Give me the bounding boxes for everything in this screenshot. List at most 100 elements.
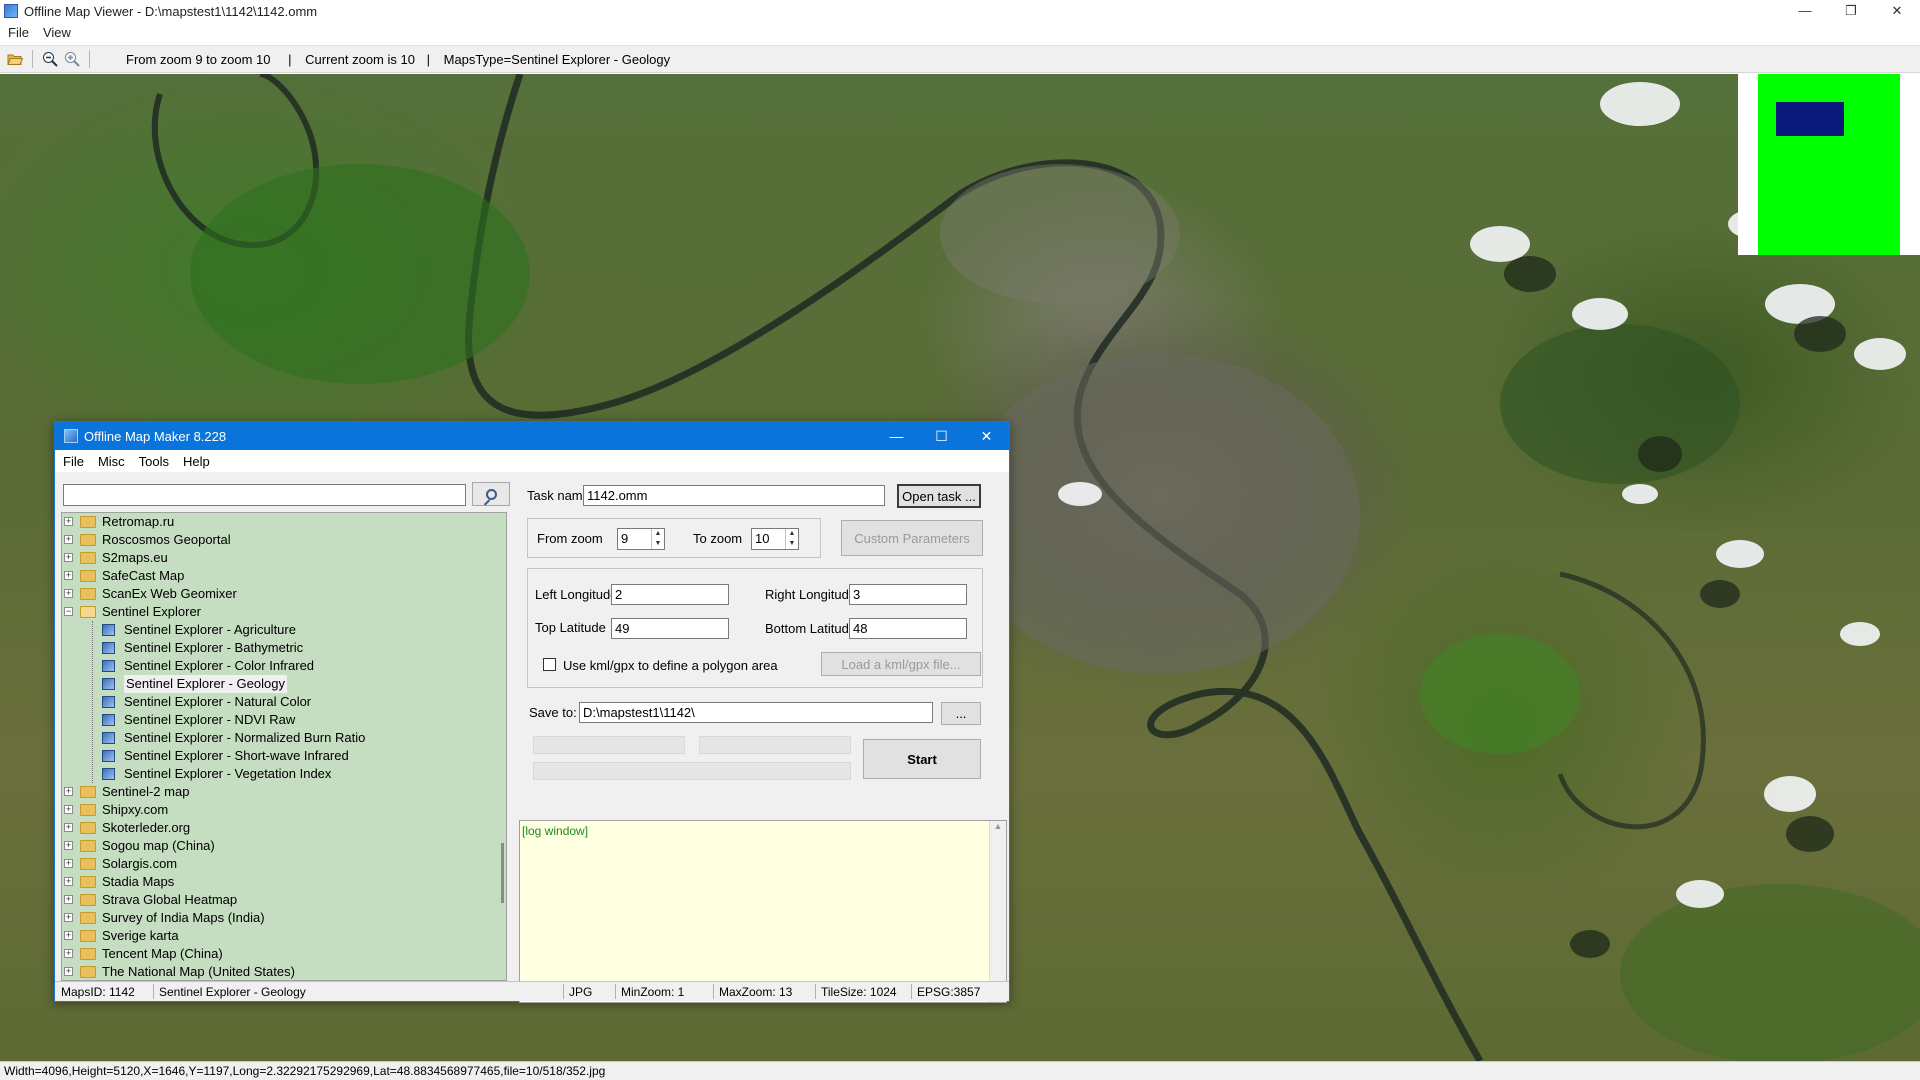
- to-zoom-stepper[interactable]: 10 ▲ ▼: [751, 528, 799, 550]
- expand-icon[interactable]: +: [64, 571, 73, 580]
- spin-arrows-icon[interactable]: ▲ ▼: [785, 529, 798, 549]
- dialog-menu-misc[interactable]: Misc: [98, 454, 125, 469]
- map-source-tree[interactable]: + Retromap.ru + Roscosmos Geoportal + S2maps.…: [61, 512, 507, 981]
- expand-icon[interactable]: +: [64, 841, 73, 850]
- tree-folder-item[interactable]: + Stadia Maps: [62, 873, 506, 891]
- expand-icon[interactable]: +: [64, 805, 73, 814]
- menu-file[interactable]: File: [8, 25, 29, 40]
- tree-folder-item[interactable]: + Retromap.ru: [62, 513, 506, 531]
- tree-child-item[interactable]: Sentinel Explorer - Short-wave Infrared: [62, 747, 506, 765]
- viewer-titlebar: Offline Map Viewer - D:\mapstest1\1142\1…: [0, 0, 1920, 22]
- tree-folder-item[interactable]: + The National Map (United States): [62, 963, 506, 980]
- map-search-input[interactable]: [63, 484, 466, 506]
- minimize-button[interactable]: —: [1782, 0, 1828, 22]
- load-kml-button[interactable]: Load a kml/gpx file...: [821, 652, 981, 676]
- map-layer-icon: [102, 732, 115, 744]
- log-scrollbar[interactable]: ▲▼: [989, 821, 1006, 1002]
- tree-folder-item[interactable]: + Tencent Map (China): [62, 945, 506, 963]
- tree-scrollbar[interactable]: [501, 843, 504, 903]
- right-longitude-input[interactable]: 3: [849, 584, 967, 605]
- to-zoom-label: To zoom: [693, 531, 743, 546]
- tree-folder-item[interactable]: + Roscosmos Geoportal: [62, 531, 506, 549]
- bottom-latitude-input[interactable]: 48: [849, 618, 967, 639]
- search-button[interactable]: [472, 482, 510, 506]
- tree-child-item[interactable]: Sentinel Explorer - Natural Color: [62, 693, 506, 711]
- expand-icon[interactable]: +: [64, 787, 73, 796]
- tree-child-item[interactable]: Sentinel Explorer - Bathymetric: [62, 639, 506, 657]
- tree-child-item[interactable]: Sentinel Explorer - Geology: [62, 675, 506, 693]
- tree-folder-item[interactable]: + Survey of India Maps (India): [62, 909, 506, 927]
- use-kml-checkbox[interactable]: [543, 658, 556, 671]
- close-button[interactable]: ✕: [1874, 0, 1920, 22]
- tree-child-item[interactable]: Sentinel Explorer - Normalized Burn Rati…: [62, 729, 506, 747]
- tree-item-label: Survey of India Maps (India): [102, 910, 265, 925]
- log-window[interactable]: [log window] ▲▼: [519, 820, 1007, 1003]
- dialog-menu-file[interactable]: File: [63, 454, 84, 469]
- status-maps-id: MapsID: 1142: [61, 985, 135, 999]
- tree-item-label: The National Map (United States): [102, 964, 295, 979]
- tree-folder-item[interactable]: + Strava Global Heatmap: [62, 891, 506, 909]
- tree-child-item[interactable]: Sentinel Explorer - Color Infrared: [62, 657, 506, 675]
- tree-folder-item[interactable]: + SafeCast Map: [62, 567, 506, 585]
- dialog-menubar: File Misc Tools Help: [55, 450, 1009, 472]
- expand-icon[interactable]: +: [64, 913, 73, 922]
- expand-icon[interactable]: +: [64, 859, 73, 868]
- expand-icon[interactable]: +: [64, 967, 73, 976]
- spin-arrows-icon[interactable]: ▲ ▼: [651, 529, 664, 549]
- status-min-zoom: MinZoom: 1: [621, 985, 685, 999]
- tree-child-item[interactable]: Sentinel Explorer - Agriculture: [62, 621, 506, 639]
- collapse-icon[interactable]: −: [64, 607, 73, 616]
- viewer-statusbar: Width=4096,Height=5120,X=1646,Y=1197,Lon…: [0, 1061, 1920, 1080]
- save-to-input[interactable]: D:\mapstest1\1142\: [579, 702, 933, 723]
- open-folder-icon[interactable]: [4, 48, 26, 70]
- map-layer-icon: [102, 750, 115, 762]
- expand-icon[interactable]: +: [64, 931, 73, 940]
- menu-view[interactable]: View: [43, 25, 71, 40]
- task-name-input[interactable]: 1142.omm: [583, 485, 885, 506]
- tree-item-label: Retromap.ru: [102, 514, 175, 529]
- dialog-menu-help[interactable]: Help: [183, 454, 210, 469]
- top-latitude-label: Top Latitude: [535, 620, 606, 635]
- folder-icon: [80, 822, 96, 834]
- tree-child-item[interactable]: Sentinel Explorer - NDVI Raw: [62, 711, 506, 729]
- expand-icon[interactable]: +: [64, 877, 73, 886]
- dialog-close-button[interactable]: ✕: [964, 422, 1009, 450]
- custom-parameters-button[interactable]: Custom Parameters: [841, 520, 983, 556]
- dialog-menu-tools[interactable]: Tools: [139, 454, 169, 469]
- zoom-out-icon[interactable]: [39, 48, 61, 70]
- tree-folder-item[interactable]: + S2maps.eu: [62, 549, 506, 567]
- expand-icon[interactable]: +: [64, 553, 73, 562]
- expand-icon[interactable]: +: [64, 949, 73, 958]
- tree-folder-item[interactable]: + Shipxy.com: [62, 801, 506, 819]
- top-latitude-input[interactable]: 49: [611, 618, 729, 639]
- tree-folder-item[interactable]: + ScanEx Web Geomixer: [62, 585, 506, 603]
- expand-icon[interactable]: +: [64, 823, 73, 832]
- tree-item-label: Skoterleder.org: [102, 820, 191, 835]
- dialog-minimize-button[interactable]: —: [874, 422, 919, 450]
- tree-folder-item[interactable]: + Solargis.com: [62, 855, 506, 873]
- minimap[interactable]: [1738, 74, 1920, 255]
- dialog-maximize-button[interactable]: ☐: [919, 422, 964, 450]
- tree-child-item[interactable]: Sentinel Explorer - Vegetation Index: [62, 765, 506, 783]
- expand-icon[interactable]: +: [64, 895, 73, 904]
- open-task-button[interactable]: Open task ...: [897, 484, 981, 508]
- expand-icon[interactable]: +: [64, 517, 73, 526]
- minimap-viewport[interactable]: [1776, 102, 1844, 136]
- left-longitude-input[interactable]: 2: [611, 584, 729, 605]
- tree-folder-item[interactable]: + Skoterleder.org: [62, 819, 506, 837]
- expand-icon[interactable]: +: [64, 535, 73, 544]
- zoom-in-icon[interactable]: [61, 48, 83, 70]
- tree-item-label: Strava Global Heatmap: [102, 892, 238, 907]
- tree-folder-item[interactable]: + Sentinel-2 map: [62, 783, 506, 801]
- start-button[interactable]: Start: [863, 739, 981, 779]
- tree-folder-item[interactable]: − Sentinel Explorer: [62, 603, 506, 621]
- viewer-title: Offline Map Viewer - D:\mapstest1\1142\1…: [24, 3, 318, 19]
- browse-button[interactable]: ...: [941, 702, 981, 725]
- from-zoom-stepper[interactable]: 9 ▲ ▼: [617, 528, 665, 550]
- zoom-range-text: From zoom 9 to zoom 10: [126, 51, 271, 67]
- expand-icon[interactable]: +: [64, 589, 73, 598]
- restore-button[interactable]: ❐: [1828, 0, 1874, 22]
- tree-folder-item[interactable]: + Sogou map (China): [62, 837, 506, 855]
- dialog-title: Offline Map Maker 8.228: [84, 428, 227, 444]
- tree-folder-item[interactable]: + Sverige karta: [62, 927, 506, 945]
